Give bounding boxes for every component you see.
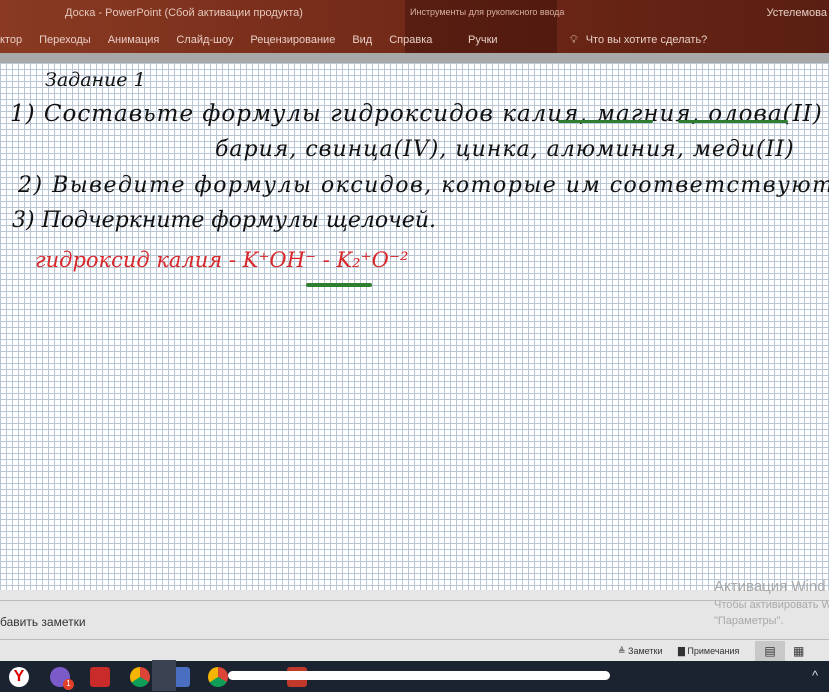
ribbon-tabs: ктор Переходы Анимация Слайд-шоу Рецензи… xyxy=(0,34,432,46)
tab-help[interactable]: Справка xyxy=(389,34,432,46)
tab-view[interactable]: Вид xyxy=(352,34,372,46)
viber-icon[interactable]: 1 xyxy=(50,667,74,690)
yandex-browser-icon[interactable]: Y xyxy=(9,667,29,687)
user-name[interactable]: Устелемова xyxy=(767,7,827,19)
task-line-2: бария, свинца(IV), цинка, алюминия, меди… xyxy=(215,137,795,162)
notes-pane[interactable]: бавить заметки xyxy=(0,600,829,640)
notes-button[interactable]: ≜ Заметки xyxy=(618,646,662,657)
comments-label: Примечания xyxy=(687,646,740,656)
notes-label: Заметки xyxy=(628,646,663,656)
activation-watermark-line1: Чтобы активировать W xyxy=(714,599,829,611)
context-title: Инструменты для рукописного ввода xyxy=(410,7,565,17)
ruler-gap xyxy=(0,53,829,63)
chevron-up-icon[interactable]: ^ xyxy=(812,668,818,683)
green-underline xyxy=(558,120,653,123)
powerpoint-active[interactable] xyxy=(152,660,176,691)
slide-canvas[interactable]: Задание 1 1) Составьте формулы гидроксид… xyxy=(0,63,829,590)
lightbulb-icon: 💡︎ xyxy=(570,34,578,46)
green-underline xyxy=(306,283,372,287)
tab-transitions[interactable]: Переходы xyxy=(39,34,91,46)
ribbon: Доска - PowerPoint (Сбой активации проду… xyxy=(0,0,829,53)
status-bar: ≜ Заметки ▇ Примечания ▤ ▦ xyxy=(0,641,829,661)
comments-button[interactable]: ▇ Примечания xyxy=(678,646,739,657)
slide-sorter-icon[interactable]: ▦ xyxy=(793,644,804,658)
notes-placeholder: бавить заметки xyxy=(0,615,86,629)
normal-view-icon[interactable]: ▤ xyxy=(755,641,785,661)
tab-animation[interactable]: Анимация xyxy=(108,34,160,46)
task-line-4: 3) Подчеркните формулы щелочей. xyxy=(12,208,437,233)
tab-pens[interactable]: Ручки xyxy=(468,34,498,46)
tab-review[interactable]: Рецензирование xyxy=(250,34,335,46)
tab-slideshow[interactable]: Слайд-шоу xyxy=(176,34,233,46)
chrome-icon[interactable] xyxy=(130,667,150,687)
yandex-icon[interactable] xyxy=(90,667,110,687)
tell-me[interactable]: 💡︎ Что вы хотите сделать? xyxy=(570,34,707,47)
tab-design[interactable]: ктор xyxy=(0,34,22,46)
answer-red-ink: гидроксид калия - K⁺OH⁻ - K₂⁺O⁻² xyxy=(35,248,409,272)
task-line-3: 2) Выведите формулы оксидов, которые им … xyxy=(18,173,829,198)
activation-watermark-line2: "Параметры". xyxy=(714,615,784,627)
notification-badge: 1 xyxy=(63,679,74,690)
chrome-icon[interactable] xyxy=(208,667,228,687)
window-title: Доска - PowerPoint (Сбой активации проду… xyxy=(65,7,303,19)
tell-me-label: Что вы хотите сделать? xyxy=(585,34,708,46)
taskbar: Y 1 ^ xyxy=(0,660,829,692)
green-underline xyxy=(678,120,788,123)
task-heading: Задание 1 xyxy=(45,69,146,91)
scrollbar-overlay[interactable] xyxy=(228,671,610,680)
task-line-1: 1) Составьте формулы гидроксидов калия, … xyxy=(10,101,823,127)
activation-watermark-title: Активация Wind xyxy=(714,578,826,595)
